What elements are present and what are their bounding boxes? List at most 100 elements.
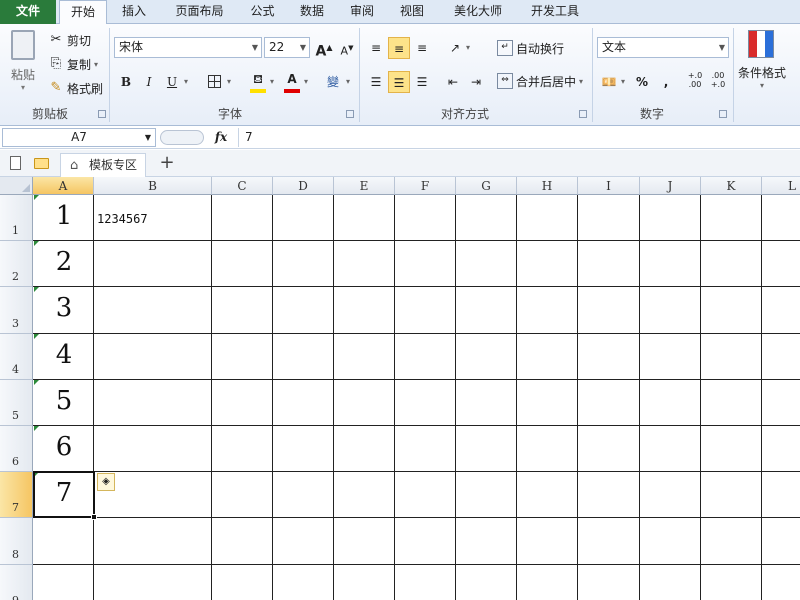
tab-developer[interactable]: 开发工具 [518, 0, 592, 24]
chevron-down-icon[interactable]: ▾ [304, 77, 308, 86]
number-launcher-icon[interactable] [719, 110, 727, 118]
chevron-down-icon[interactable]: ▾ [466, 43, 470, 52]
comma-button[interactable]: , [655, 71, 677, 93]
tab-formulas[interactable]: 公式 [240, 0, 285, 24]
chevron-down-icon[interactable]: ▾ [346, 77, 350, 86]
tab-home[interactable]: 开始 [59, 0, 107, 25]
fill-handle[interactable] [91, 514, 97, 520]
grid-row-line [33, 517, 800, 519]
row-header-6[interactable]: 6 [0, 426, 33, 473]
copy-button[interactable]: ⎘ 复制 ▾ [48, 54, 98, 74]
column-header-i[interactable]: I [578, 177, 640, 195]
decrease-decimal-button[interactable]: .00 +.0 [707, 71, 729, 93]
wen-glyph: 變 [326, 75, 339, 89]
align-middle-button[interactable]: ≡ [388, 37, 410, 59]
conditional-format-button[interactable]: 条件格式 ▾ [738, 28, 800, 102]
chevron-down-icon[interactable]: ▾ [227, 77, 231, 86]
formula-input[interactable]: 7 [238, 128, 798, 147]
select-all-corner[interactable] [0, 177, 33, 195]
row-header-5[interactable]: 5 [0, 379, 33, 426]
chevron-down-icon: ▼ [718, 43, 725, 52]
percent-button[interactable]: % [631, 71, 653, 93]
formula-bar-splitter[interactable] [160, 130, 204, 145]
column-header-h[interactable]: H [517, 177, 578, 195]
column-header-g[interactable]: G [456, 177, 517, 195]
align-center-button[interactable]: ☰ [388, 71, 410, 93]
increase-decimal-button[interactable]: +.0 .00 [684, 71, 706, 93]
insert-function-button[interactable]: fx [207, 128, 235, 147]
group-divider [592, 28, 593, 122]
chevron-down-icon[interactable]: ▾ [270, 77, 274, 86]
cell-a3[interactable]: 3 [34, 293, 94, 333]
clipboard-launcher-icon[interactable] [98, 110, 106, 118]
align-right-button[interactable]: ☰ [411, 71, 433, 93]
cell-a1[interactable]: 1 [34, 201, 94, 241]
format-painter-button[interactable]: ✎ 格式刷 [48, 78, 103, 98]
add-tab-button[interactable]: + [157, 152, 177, 174]
new-file-icon[interactable] [10, 156, 21, 170]
spreadsheet-grid[interactable]: ABCDEFGHIJKL 123456789 1234567 1234567 ◈ [0, 177, 800, 600]
column-header-d[interactable]: D [273, 177, 334, 195]
cell-a5[interactable]: 5 [34, 386, 94, 426]
tab-beautify[interactable]: 美化大师 [441, 0, 515, 24]
tab-template-zone[interactable]: ⌂ 模板专区 [60, 153, 147, 177]
row-header-9[interactable]: 9 [0, 564, 33, 600]
number-format-combo[interactable]: 文本 ▼ [597, 37, 729, 58]
tab-view[interactable]: 视图 [389, 0, 435, 24]
underline-button[interactable]: U [161, 71, 183, 93]
cell-a4[interactable]: 4 [34, 340, 94, 380]
column-header-a[interactable]: A [33, 177, 94, 195]
row-header-8[interactable]: 8 [0, 518, 33, 565]
decrease-indent-button[interactable]: ⇤ [442, 71, 464, 93]
column-header-e[interactable]: E [334, 177, 395, 195]
column-header-c[interactable]: C [212, 177, 273, 195]
bold-button[interactable]: B [115, 71, 137, 93]
grid-column-line [211, 195, 212, 600]
row-header-4[interactable]: 4 [0, 333, 33, 380]
font-size-combo[interactable]: 22 ▼ [264, 37, 310, 58]
column-header-l[interactable]: L [762, 177, 800, 195]
orientation-button[interactable]: ↗ [444, 37, 466, 59]
folder-icon[interactable] [34, 158, 49, 169]
tab-file[interactable]: 文件 [0, 0, 56, 24]
italic-button[interactable]: I [138, 71, 160, 93]
column-header-k[interactable]: K [701, 177, 762, 195]
tab-data[interactable]: 数据 [289, 0, 335, 24]
chevron-down-icon[interactable]: ▾ [184, 77, 188, 86]
currency-button[interactable]: 💴 [598, 71, 620, 93]
font-name-combo[interactable]: 宋体 ▼ [114, 37, 262, 58]
increase-indent-button[interactable]: ⇥ [465, 71, 487, 93]
font-shrink-button[interactable]: A▼ [336, 37, 358, 59]
border-button[interactable] [203, 71, 225, 93]
alignment-launcher-icon[interactable] [579, 110, 587, 118]
row-header-3[interactable]: 3 [0, 287, 33, 334]
fill-color-button[interactable]: ⛾ [247, 71, 269, 93]
row-header-2[interactable]: 2 [0, 241, 33, 288]
row-number: 7 [12, 501, 19, 515]
chevron-down-icon[interactable]: ▾ [621, 77, 625, 86]
align-bottom-button[interactable]: ≡ [411, 37, 433, 59]
paste-button[interactable]: 粘贴 ▾ [4, 28, 42, 102]
column-header-b[interactable]: B [94, 177, 212, 195]
cell-a2[interactable]: 2 [34, 247, 94, 287]
column-header-f[interactable]: F [395, 177, 456, 195]
font-color-button[interactable]: A [281, 71, 303, 93]
tab-review[interactable]: 审阅 [339, 0, 385, 24]
tab-insert[interactable]: 插入 [110, 0, 158, 24]
align-left-button[interactable]: ☰ [365, 71, 387, 93]
align-top-button[interactable]: ≡ [365, 37, 387, 59]
font-grow-button[interactable]: A▲ [313, 37, 335, 60]
font-launcher-icon[interactable] [346, 110, 354, 118]
column-header-j[interactable]: J [640, 177, 701, 195]
row-header-1[interactable]: 1 [0, 195, 33, 242]
name-box[interactable]: A7 ▼ [2, 128, 156, 147]
cell-b1[interactable]: 1234567 [97, 212, 148, 226]
merge-center-button[interactable]: ⇔ 合并后居中 ▾ [497, 71, 583, 91]
row-header-7[interactable]: 7 [0, 472, 33, 519]
cell-a6[interactable]: 6 [34, 432, 94, 472]
cut-button[interactable]: ✂ 剪切 [48, 30, 91, 50]
wen-button[interactable]: 變 [322, 71, 344, 93]
tab-page-layout[interactable]: 页面布局 [162, 0, 237, 24]
wrap-text-button[interactable]: ↵ 自动换行 [497, 38, 564, 58]
error-warning-icon[interactable]: ◈ [97, 473, 115, 491]
